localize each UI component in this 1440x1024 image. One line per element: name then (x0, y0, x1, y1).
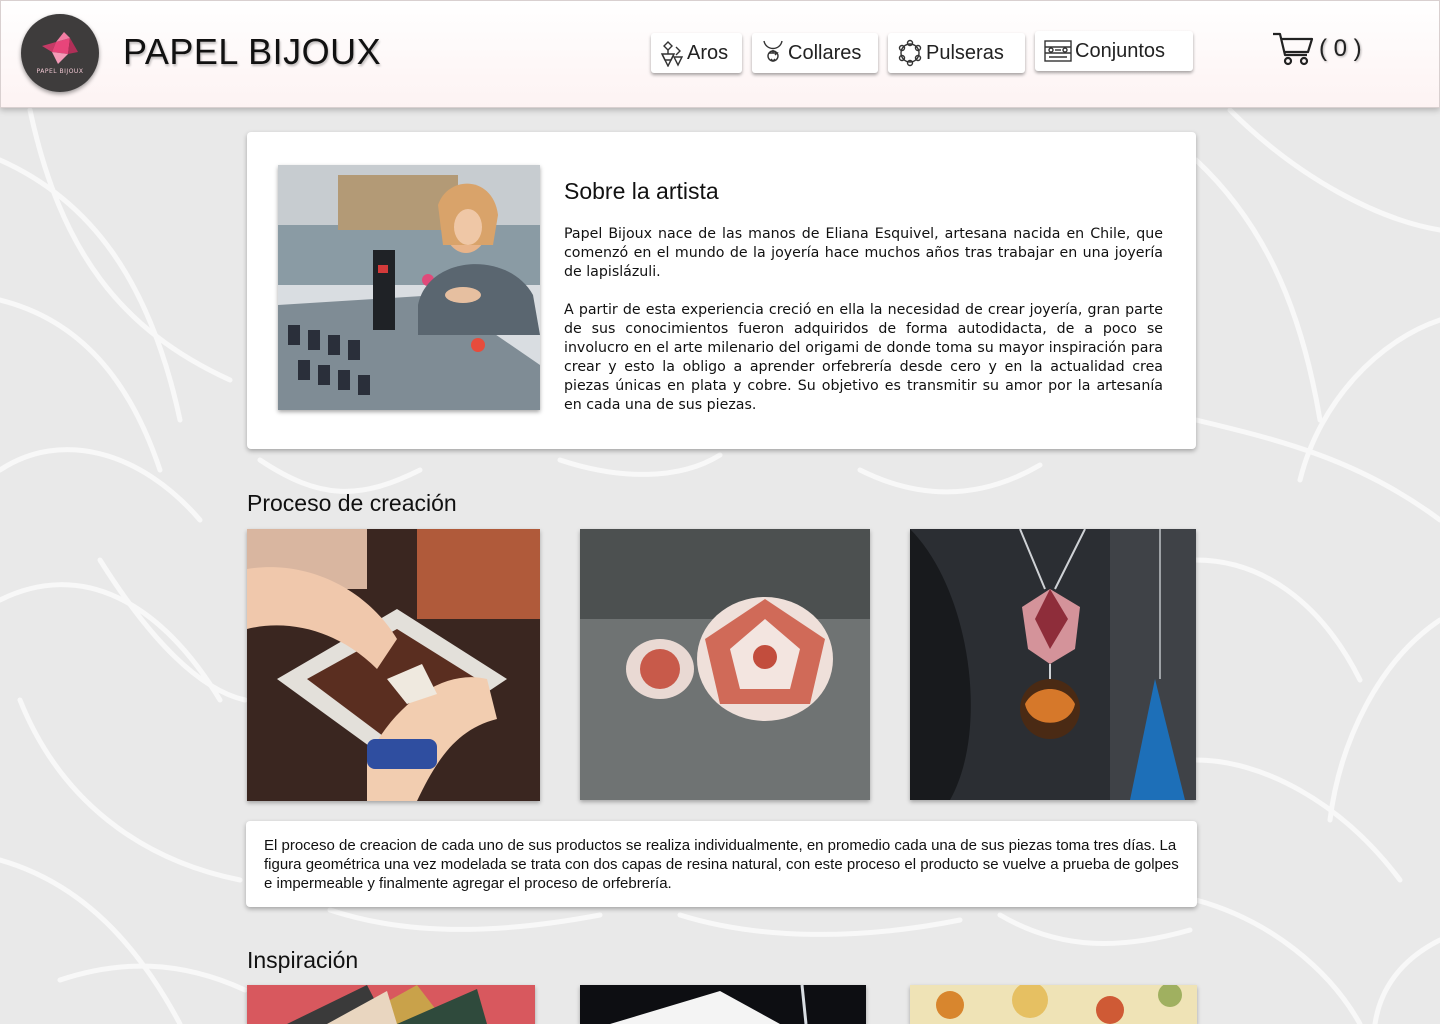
earrings-icon (660, 41, 684, 67)
cart-button[interactable]: ( 0 ) (1271, 31, 1362, 67)
nav-aros-button[interactable]: Aros (651, 33, 742, 73)
nav-conjuntos-button[interactable]: Conjuntos (1035, 31, 1193, 71)
nav-collares-button[interactable]: Collares (752, 33, 878, 73)
inspiration-photo-pattern (910, 985, 1197, 1024)
nav-collares-label: Collares (788, 41, 862, 64)
shopping-cart-icon (1273, 32, 1314, 66)
logo-text: PAPEL BIJOUX (36, 67, 84, 75)
process-text: El proceso de creacion de cada uno de su… (264, 837, 1179, 892)
about-title: Sobre la artista (564, 178, 719, 204)
brand-name[interactable]: PAPEL BIJOUX (123, 31, 381, 73)
nav-conjuntos-label: Conjuntos (1075, 39, 1166, 62)
inspiration-photo-crane (580, 985, 866, 1024)
process-photo-pendant (910, 529, 1196, 800)
nav-pulseras-label: Pulseras (926, 41, 1004, 64)
process-photo-hands (247, 529, 540, 801)
cart-count: ( 0 ) (1319, 35, 1362, 62)
inspiration-photo-papers (247, 985, 535, 1024)
inspiration-title: Inspiración (247, 947, 359, 973)
about-paragraph-2: A partir de esta experiencia creció en e… (564, 302, 1163, 413)
bracelet-icon (898, 39, 922, 67)
jewelry-box-icon (1044, 40, 1072, 62)
site-header: PAPEL BIJOUX PAPEL BIJOUX Aros Collares … (0, 0, 1440, 108)
nav-aros-label: Aros (687, 41, 729, 64)
process-card: El proceso de creacion de cada uno de su… (246, 821, 1197, 907)
process-photo-origami-balls (580, 529, 870, 800)
artist-photo (278, 165, 540, 410)
about-text: Papel Bijoux nace de las manos de Eliana… (564, 225, 1163, 415)
about-paragraph-1: Papel Bijoux nace de las manos de Eliana… (564, 226, 1163, 280)
necklace-icon (763, 40, 783, 62)
process-title: Proceso de creación (247, 490, 457, 516)
nav-pulseras-button[interactable]: Pulseras (888, 33, 1025, 73)
about-card: Sobre la artista Papel Bijoux nace de la… (247, 132, 1196, 449)
logo[interactable]: PAPEL BIJOUX (21, 14, 99, 92)
origami-bird-icon (42, 31, 78, 64)
